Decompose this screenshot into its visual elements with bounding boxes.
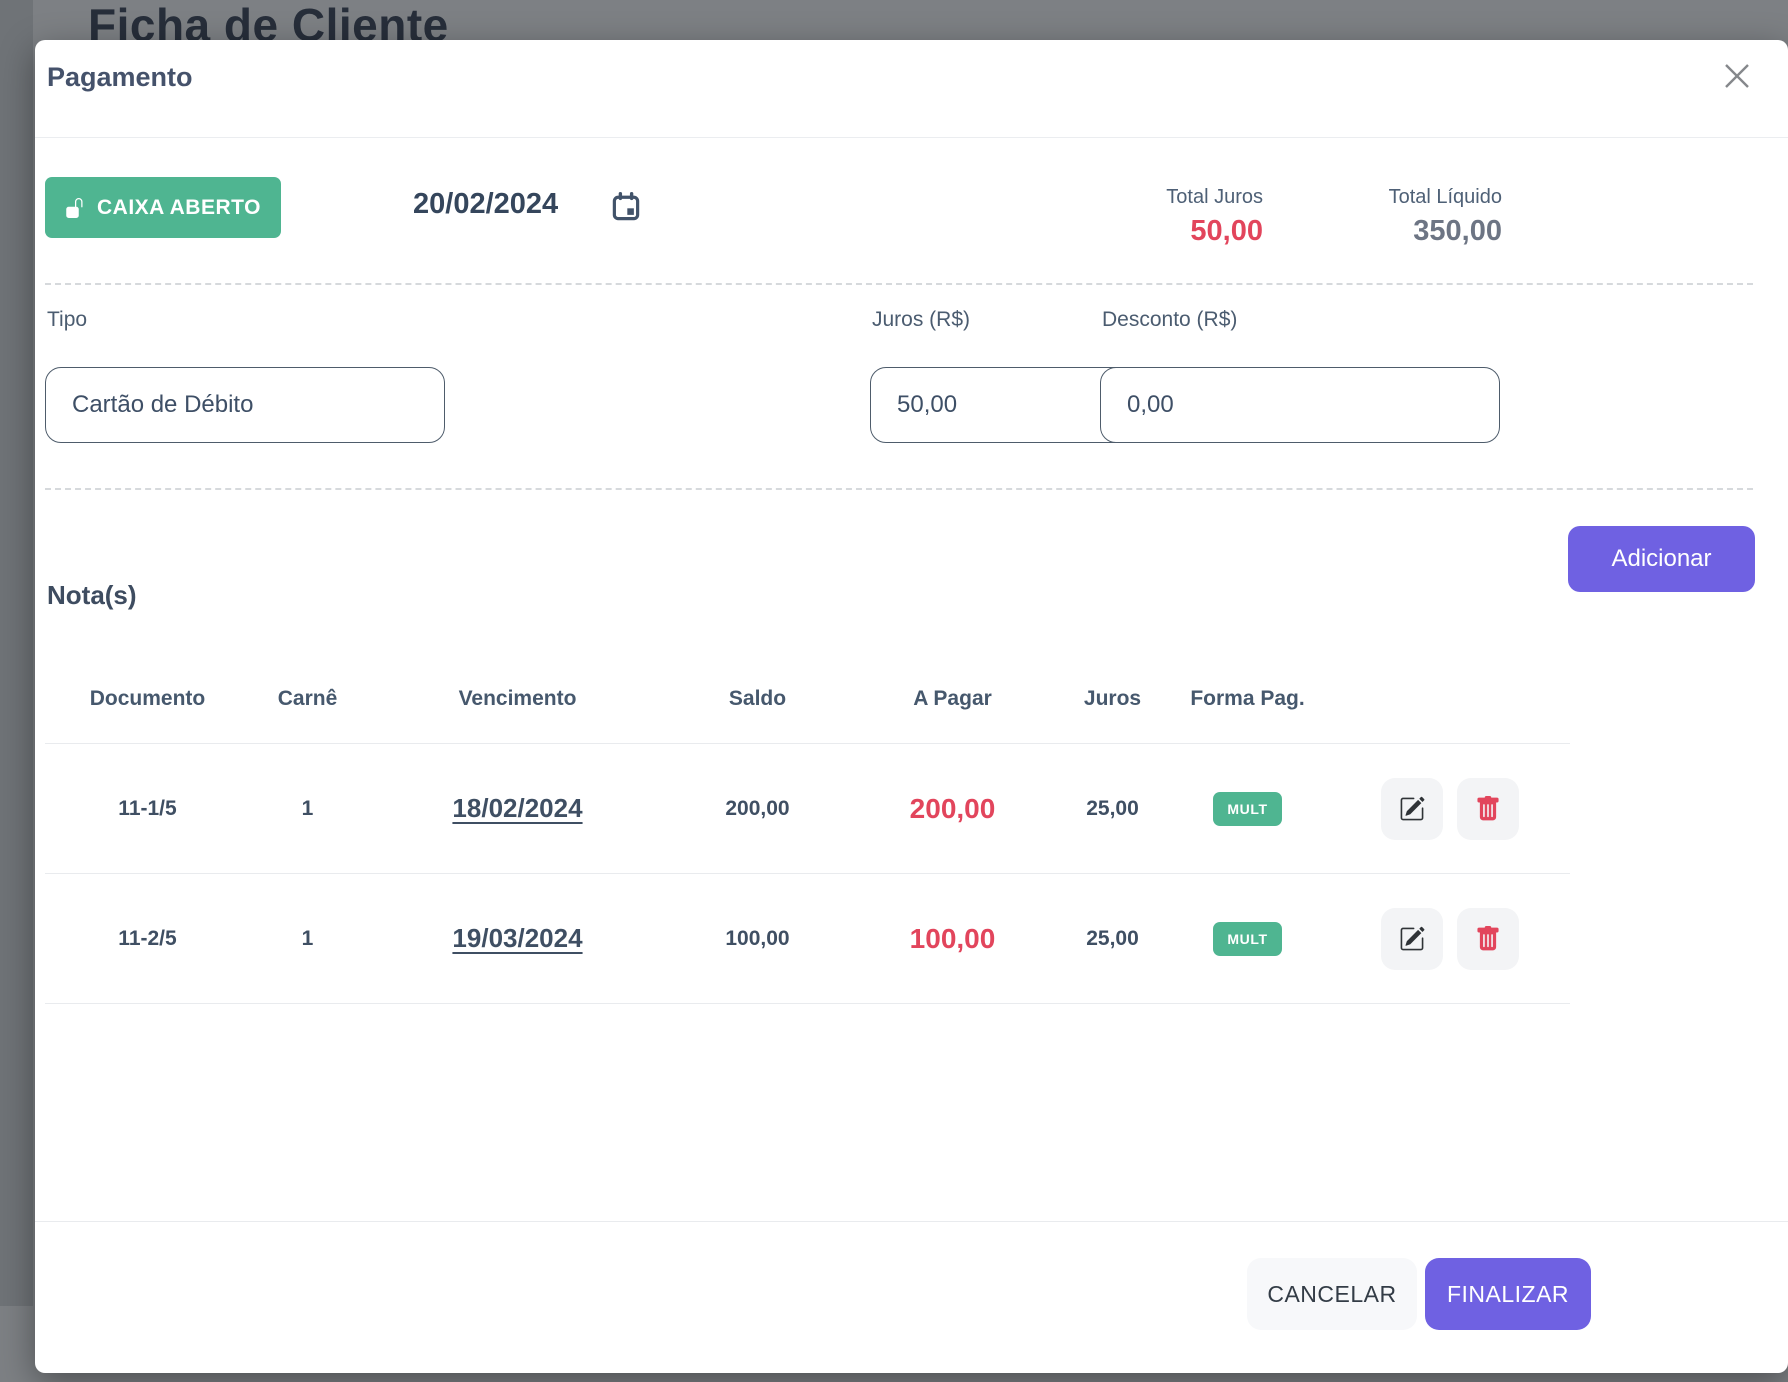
cell-documento: 11-2/5 — [45, 927, 250, 951]
total-juros-value: 50,00 — [1166, 215, 1263, 248]
table-row: 11-2/5 1 19/03/2024 100,00 100,00 25,00 … — [45, 874, 1570, 1004]
cell-carne: 1 — [250, 927, 365, 951]
delete-note-button[interactable] — [1457, 778, 1519, 840]
delete-note-button[interactable] — [1457, 908, 1519, 970]
table-header-row: Documento Carnê Vencimento Saldo A Pagar… — [45, 655, 1570, 744]
payment-modal: Pagamento CAIXA ABERTO 20/02/2024 Total … — [35, 40, 1788, 1373]
page-sidebar-edge — [0, 0, 33, 1306]
edit-note-button[interactable] — [1381, 908, 1443, 970]
tipo-label: Tipo — [47, 308, 87, 332]
col-header-juros: Juros — [1060, 687, 1165, 711]
trash-icon — [1475, 926, 1501, 952]
close-icon — [1722, 61, 1752, 91]
col-header-forma-pag: Forma Pag. — [1165, 687, 1330, 711]
total-liquido-label: Total Líquido — [1389, 186, 1502, 209]
cell-vencimento-link[interactable]: 19/03/2024 — [446, 922, 588, 955]
cell-saldo: 100,00 — [670, 927, 845, 951]
col-header-saldo: Saldo — [670, 687, 845, 711]
section-divider — [45, 488, 1753, 490]
calendar-icon[interactable] — [611, 192, 641, 222]
cell-documento: 11-1/5 — [45, 797, 250, 821]
col-header-vencimento: Vencimento — [365, 687, 670, 711]
cell-juros: 25,00 — [1060, 927, 1165, 951]
forma-pag-badge: MULT — [1213, 792, 1281, 826]
table-row: 11-1/5 1 18/02/2024 200,00 200,00 25,00 … — [45, 744, 1570, 874]
status-badge-label: CAIXA ABERTO — [97, 196, 261, 220]
cell-juros: 25,00 — [1060, 797, 1165, 821]
edit-note-button[interactable] — [1381, 778, 1443, 840]
trash-icon — [1475, 796, 1501, 822]
close-button[interactable] — [1719, 58, 1755, 94]
notes-table: Documento Carnê Vencimento Saldo A Pagar… — [45, 655, 1570, 1004]
cell-carne: 1 — [250, 797, 365, 821]
header-divider — [35, 137, 1788, 138]
section-divider — [45, 283, 1753, 285]
add-note-button[interactable]: Adicionar — [1568, 526, 1755, 592]
cash-register-status-badge[interactable]: CAIXA ABERTO — [45, 177, 281, 238]
finalize-button[interactable]: FINALIZAR — [1425, 1258, 1591, 1330]
desconto-label: Desconto (R$) — [1102, 308, 1237, 332]
col-header-a-pagar: A Pagar — [845, 687, 1060, 711]
cell-saldo: 200,00 — [670, 797, 845, 821]
total-juros-label: Total Juros — [1166, 186, 1263, 209]
total-juros: Total Juros 50,00 — [1166, 186, 1263, 248]
lock-open-icon — [65, 198, 85, 218]
edit-pencil-icon — [1399, 926, 1425, 952]
cell-vencimento-link[interactable]: 18/02/2024 — [446, 792, 588, 825]
total-liquido: Total Líquido 350,00 — [1389, 186, 1502, 248]
cell-a-pagar: 200,00 — [845, 793, 1060, 825]
col-header-documento: Documento — [45, 687, 250, 711]
forma-pag-badge: MULT — [1213, 922, 1281, 956]
modal-title: Pagamento — [47, 62, 193, 93]
total-liquido-value: 350,00 — [1389, 215, 1502, 248]
edit-pencil-icon — [1399, 796, 1425, 822]
col-header-carne: Carnê — [250, 687, 365, 711]
notes-section-title: Nota(s) — [47, 580, 137, 611]
cancel-button[interactable]: CANCELAR — [1247, 1258, 1417, 1330]
desconto-input[interactable] — [1100, 367, 1500, 443]
payment-date[interactable]: 20/02/2024 — [413, 188, 558, 221]
tipo-input[interactable] — [45, 367, 445, 443]
juros-label: Juros (R$) — [872, 308, 970, 332]
footer-divider — [35, 1221, 1788, 1222]
cell-a-pagar: 100,00 — [845, 923, 1060, 955]
